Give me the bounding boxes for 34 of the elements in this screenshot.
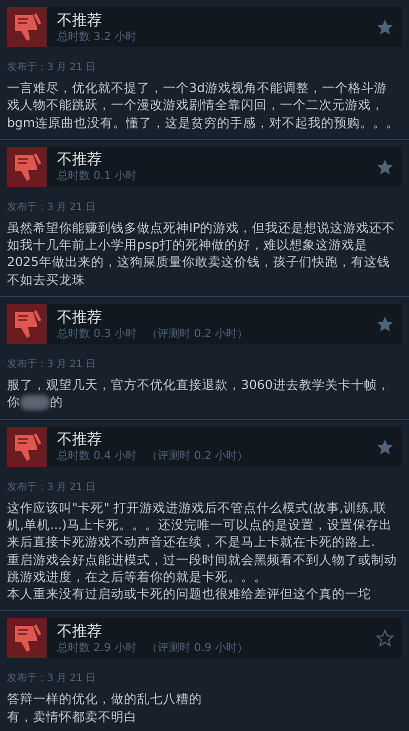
post-date: 发布于：3 月 21 日 bbox=[7, 672, 97, 686]
review-text: 服了，观望几天，官方不优化直接退款，3060进去教学关卡十帧， 你 的 bbox=[7, 376, 391, 411]
post-date: 发布于：3 月 21 日 bbox=[7, 480, 97, 495]
thumbs-down-icon bbox=[13, 12, 41, 42]
verdict-title: 不推荐 bbox=[57, 10, 103, 30]
star-icon[interactable] bbox=[376, 438, 394, 456]
thumbs-down-icon bbox=[13, 152, 41, 182]
review-text: 一言难尽，优化就不提了，一个3d游戏视角不能调整，一个格斗游 戏人物不能跳跃，一个漫改游戏剧情全靠闪回，一个二次元游戏， bgm连原曲也没有。懂了，这是贫穷的手感，对不起我的预购。。。 bbox=[7, 79, 400, 131]
verdict-title: 不推荐 bbox=[57, 308, 103, 327]
post-date: 发布于：3 月 21 日 bbox=[7, 61, 97, 75]
hours-at-review: （评测时 0.9 小时） bbox=[146, 640, 248, 655]
hours-at-review: （评测时 0.2 小时） bbox=[146, 449, 248, 464]
review-text: 答辩一样的优化，做的乱七八糟的 有，卖情怀都卖不明白 bbox=[7, 690, 203, 726]
hours-at-review: （评测时 0.2 小时） bbox=[146, 326, 248, 341]
star-icon[interactable] bbox=[376, 158, 394, 176]
post-date: 发布于：3 月 21 日 bbox=[7, 200, 97, 215]
blurred-text bbox=[20, 395, 50, 410]
thumbs-down-icon bbox=[13, 623, 41, 654]
hours-played: 总时数 0.1 小时 bbox=[57, 169, 136, 184]
star-icon[interactable] bbox=[376, 629, 394, 648]
hours-played: 总时数 0.4 小时 bbox=[57, 449, 136, 464]
star-icon[interactable] bbox=[376, 18, 394, 36]
hours-played: 总时数 3.2 小时 bbox=[57, 30, 136, 44]
review-text: 虽然希望你能赚到钱多做点死神IP的游戏，但我还是想说这游戏还不 如我十几年前上小学用psp打的死神做的好，难以想象这游戏是 2025年做出来的，这狗屎质量你敢卖这价钱，孩子们快跑，有这钱 不如去买龙珠 bbox=[7, 218, 396, 288]
verdict-title: 不推荐 bbox=[57, 430, 103, 450]
hours-played: 总时数 0.3 小时 bbox=[57, 326, 136, 341]
thumbs-down-icon bbox=[13, 432, 41, 462]
star-icon[interactable] bbox=[376, 315, 394, 334]
post-date: 发布于：3 月 21 日 bbox=[7, 358, 97, 372]
hours-played: 总时数 2.9 小时 bbox=[57, 640, 136, 655]
verdict-title: 不推荐 bbox=[57, 150, 103, 170]
thumbs-down-icon bbox=[13, 309, 41, 340]
review-text: 这作应该叫"卡死" 打开游戏进游戏后不管点什么模式(故事,训练,联 机,单机...)马上卡死。。。还没完唯一可以点的是设置，设置保存出 来后直接卡死游戏不动声音还在续，不是马上卡就在卡死的路上. 重启游戏会好点能进模式，过一段时间就会黑频看不到人物了或制动 跳游戏进度，在之后等着你的就是卡死。。。 本人重来没有过启动或卡死的问题也很难给差评但这个真的一坨 bbox=[7, 498, 398, 602]
verdict-title: 不推荐 bbox=[57, 622, 103, 641]
